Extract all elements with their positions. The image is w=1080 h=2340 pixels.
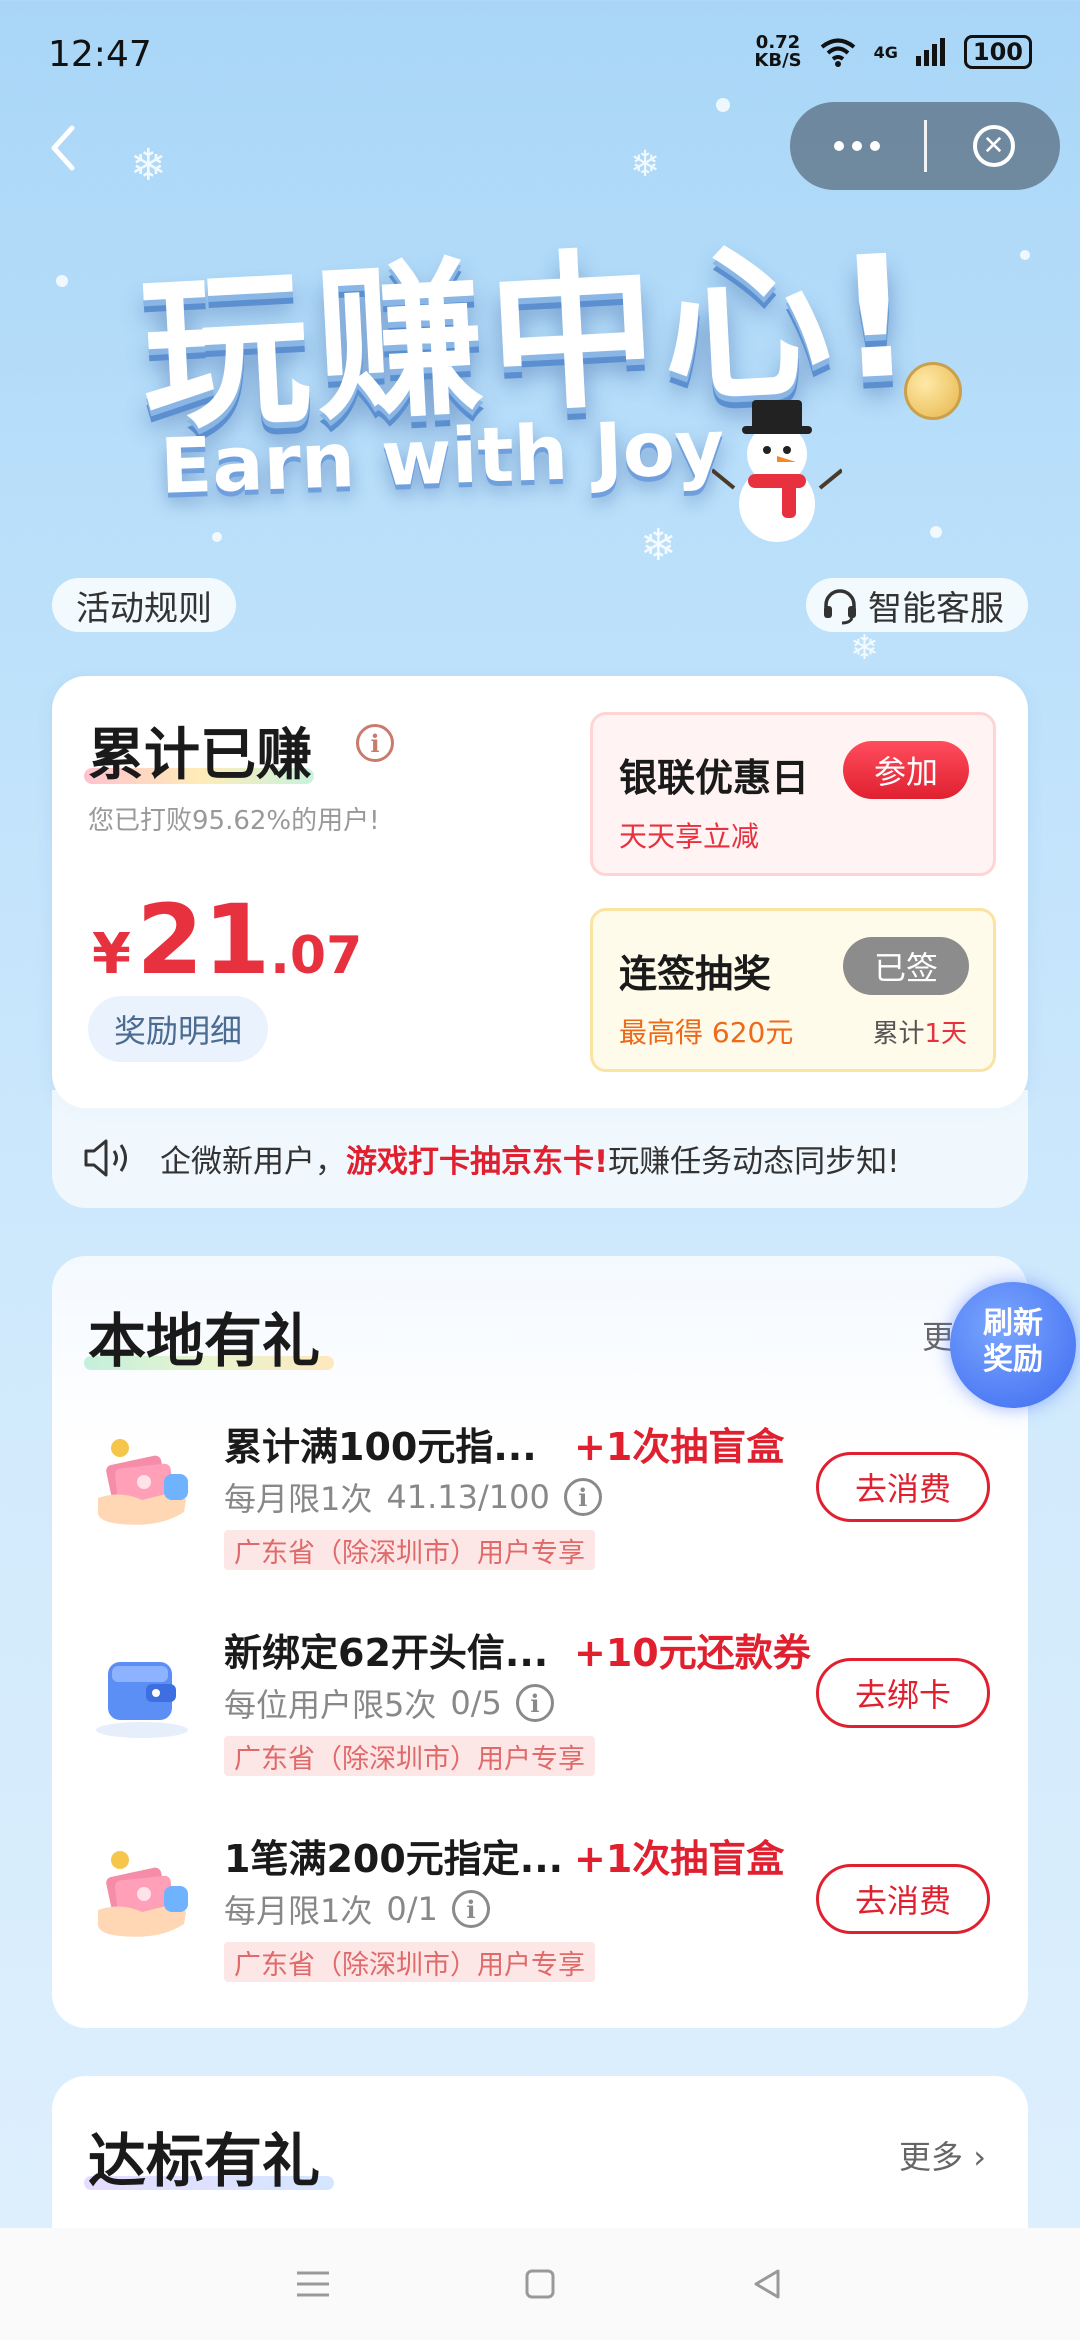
wallet-icon — [96, 1662, 188, 1738]
mini-program-capsule: ✕ — [790, 102, 1060, 190]
more-options-icon[interactable] — [790, 102, 924, 190]
sign-streak: 累计1天 — [872, 1019, 967, 1049]
cash-hand-icon — [98, 1439, 188, 1525]
task-name: 累计满100元指... — [224, 1425, 537, 1469]
capsule-divider — [924, 120, 927, 172]
reach-gifts-title: 达标有礼 — [88, 2127, 321, 2195]
snowman-icon — [712, 400, 842, 542]
task-progress: 0/5 — [450, 1684, 502, 1722]
join-button[interactable]: 参加 — [843, 741, 969, 799]
network-type: 4G — [873, 42, 898, 62]
task-item: 新绑定62开头信... +10元还款券 每位用户限5次 0/5 i 广东省（除深… — [52, 1612, 1028, 1802]
task-reward: +1次抽盲盒 — [574, 1425, 785, 1469]
task-item: 1笔满200元指定... +1次抽盲盒 每月限1次 0/1 i 广东省（除深圳市… — [52, 1818, 1028, 2008]
task-name: 1笔满200元指定... — [224, 1837, 564, 1881]
signed-button[interactable]: 已签 — [843, 937, 969, 995]
notice-text-1: 企微新用户， — [160, 1143, 346, 1180]
refresh-rewards-button[interactable]: 刷新 奖励 — [950, 1282, 1076, 1408]
local-gifts-section: 本地有礼 更多 累计满100元指... +1次抽盲盒 每月限1次 41.13/1… — [52, 1256, 1028, 2028]
customer-service-button[interactable]: 智能客服 — [806, 578, 1028, 632]
network-speed: 0.72 KB/S — [754, 32, 802, 71]
earnings-title: 累计已赚 — [88, 723, 312, 788]
go-spend-button[interactable]: 去消费 — [816, 1452, 990, 1522]
back-icon[interactable] — [737, 2254, 797, 2314]
snowflake-icon: ❄ — [630, 144, 661, 185]
customer-service-label: 智能客服 — [868, 588, 1004, 629]
snow-dot — [930, 526, 942, 538]
task-limit: 每月限1次 0/1 i — [224, 1886, 490, 1932]
system-nav-bar — [0, 2228, 1080, 2340]
headset-icon — [824, 589, 856, 625]
go-bind-card-button[interactable]: 去绑卡 — [816, 1658, 990, 1728]
task-progress: 41.13/100 — [386, 1478, 550, 1516]
home-icon[interactable] — [510, 2254, 570, 2314]
snowflake-icon: ❄ — [640, 520, 677, 571]
cash-hand-icon — [98, 1851, 188, 1937]
sign-lottery-box[interactable]: 连签抽奖 已签 最高得 620元 累计1天 — [590, 908, 996, 1072]
unionpay-day-subtitle: 天天享立减 — [619, 820, 760, 853]
battery-icon: 100 — [963, 35, 1032, 69]
wifi-icon — [820, 38, 855, 67]
info-icon[interactable]: i — [451, 1890, 490, 1928]
status-bar: 12:47 0.72 KB/S 4G 100 — [0, 0, 1080, 110]
task-limit: 每位用户限5次 0/5 i — [224, 1680, 554, 1726]
sign-lottery-title: 连签抽奖 — [619, 952, 772, 996]
notice-highlight: 游戏打卡抽京东卡! — [346, 1143, 609, 1180]
signal-icon — [915, 38, 945, 66]
info-icon[interactable]: i — [356, 724, 394, 762]
go-spend-button[interactable]: 去消费 — [816, 1864, 990, 1934]
local-gifts-title: 本地有礼 — [88, 1307, 321, 1375]
task-item: 累计满100元指... +1次抽盲盒 每月限1次 41.13/100 i 广东省… — [52, 1406, 1028, 1596]
snowflake-icon: ❄ — [850, 628, 879, 668]
activity-rules-button[interactable]: 活动规则 — [52, 578, 236, 632]
reward-details-button[interactable]: 奖励明细 — [88, 996, 269, 1062]
task-name: 新绑定62开头信... — [224, 1631, 549, 1675]
region-tag: 广东省（除深圳市）用户专享 — [224, 1736, 595, 1776]
notice-bar[interactable]: 企微新用户， 游戏打卡抽京东卡! 玩赚任务动态同步知! — [52, 1090, 1028, 1208]
snow-dot — [1020, 250, 1030, 260]
snowflake-icon: ❄ — [130, 140, 167, 191]
task-limit: 每月限1次 41.13/100 i — [224, 1474, 602, 1520]
earnings-card: 累计已赚 i 您已打败95.62%的用户! ¥ 21.07 奖励明细 银联优惠日… — [52, 676, 1028, 1108]
speaker-icon — [84, 1139, 127, 1177]
unionpay-day-title: 银联优惠日 — [619, 756, 810, 800]
status-time: 12:47 — [48, 34, 152, 75]
back-arrow-icon[interactable] — [40, 118, 90, 178]
close-mini-program-button[interactable]: ✕ — [927, 102, 1060, 190]
info-icon[interactable]: i — [563, 1478, 602, 1516]
beat-percentage-text: 您已打败95.62%的用户! — [88, 806, 380, 836]
info-icon[interactable]: i — [515, 1684, 554, 1722]
close-icon: ✕ — [972, 125, 1015, 167]
status-icons: 0.72 KB/S 4G 100 — [754, 34, 1032, 70]
max-reward-text: 最高得 620元 — [619, 1016, 794, 1049]
notice-text-2: 玩赚任务动态同步知! — [608, 1143, 900, 1180]
region-tag: 广东省（除深圳市）用户专享 — [224, 1530, 595, 1570]
reach-gifts-more-link[interactable]: 更多 › — [899, 2132, 986, 2178]
earned-amount: ¥ 21.07 — [92, 884, 363, 996]
region-tag: 广东省（除深圳市）用户专享 — [224, 1942, 595, 1982]
coin-icon — [904, 362, 962, 420]
task-reward: +1次抽盲盒 — [574, 1837, 785, 1881]
task-reward: +10元还款券 — [574, 1631, 811, 1675]
snow-dot — [212, 532, 222, 542]
menu-icon[interactable] — [283, 2254, 343, 2314]
banner-subtitle: Earn with Joy — [158, 402, 726, 511]
unionpay-day-box[interactable]: 银联优惠日 参加 天天享立减 — [590, 712, 996, 876]
snow-dot — [56, 275, 68, 287]
task-progress: 0/1 — [386, 1890, 438, 1928]
